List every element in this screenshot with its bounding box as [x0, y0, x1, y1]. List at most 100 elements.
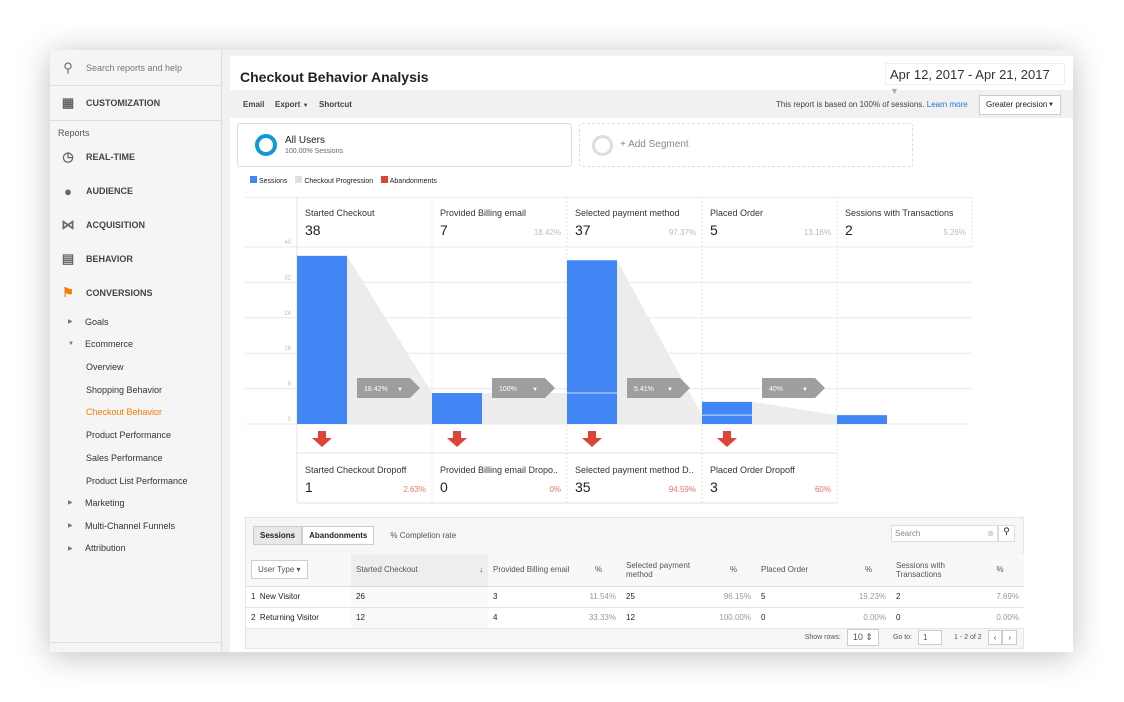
- dimension-dropdown[interactable]: User Type ▾: [251, 560, 308, 580]
- divider: [50, 642, 222, 643]
- progression-rate-label: 100%: [499, 386, 517, 393]
- chevron-down-icon: ▼: [667, 387, 673, 393]
- caret-right-icon: ▶: [68, 500, 73, 506]
- sampling-note: This report is based on 100% of sessions…: [776, 100, 968, 109]
- funnel-dropoff[interactable]: Selected payment method D.. 35 94.59%: [575, 465, 702, 495]
- sidebar-item-product-performance[interactable]: Product Performance: [86, 430, 171, 440]
- col-billing[interactable]: Provided Billing email: [488, 554, 576, 587]
- sidebar-item-behavior[interactable]: ▤ BEHAVIOR: [50, 248, 222, 270]
- progression-rate-label: 5.41%: [634, 386, 654, 393]
- sidebar-item-product-list-performance[interactable]: Product List Performance: [86, 476, 188, 486]
- abandonment-arrow-icon: [717, 431, 737, 447]
- sidebar-item-attribution[interactable]: Attribution: [85, 543, 126, 553]
- sidebar-item-conversions[interactable]: ⚑ CONVERSIONS: [50, 282, 222, 304]
- sidebar: ⚲ Search reports and help ▦ CUSTOMIZATION …: [50, 50, 222, 652]
- table-search-input[interactable]: Search ⊗: [891, 525, 998, 542]
- funnel-dropoff[interactable]: Placed Order Dropoff 3 60%: [710, 465, 837, 495]
- data-table: User Type ▾ Started Checkout ↓ Provided B…: [246, 554, 1024, 629]
- behavior-icon: ▤: [61, 251, 75, 266]
- col-pct[interactable]: %: [576, 554, 621, 587]
- chevron-down-icon: ▼: [532, 387, 538, 393]
- table-row: 1 New Visitor 26 3 11.54% 25 96.15% 5 19.23% 2 7.…: [246, 586, 1024, 608]
- sidebar-item-goals[interactable]: Goals: [85, 317, 109, 327]
- chevron-down-icon: ▼: [302, 103, 309, 109]
- tab-abandonments[interactable]: Abandonments: [302, 526, 375, 545]
- user-type-link[interactable]: Returning Visitor: [260, 613, 319, 622]
- chevron-down-icon: ▼: [397, 387, 403, 393]
- show-rows-select[interactable]: 10 ⇕: [846, 629, 879, 646]
- sort-arrow-icon: ↓: [479, 565, 483, 575]
- abandonment-arrow-icon: [447, 431, 467, 447]
- funnel-step: Provided Billing email 7 18.42%: [440, 208, 561, 238]
- sidebar-item-marketing[interactable]: Marketing: [85, 498, 125, 508]
- segment-ring-icon: [255, 134, 277, 156]
- precision-dropdown[interactable]: Greater precision ▼: [979, 95, 1061, 115]
- clear-icon[interactable]: ⊗: [987, 529, 994, 538]
- completion-rate-link[interactable]: % Completion rate: [374, 526, 472, 545]
- funnel-step: Sessions with Transactions 2 5.26%: [845, 208, 966, 238]
- funnel-dropoff[interactable]: Provided Billing email Dropo.. 0 0%: [440, 465, 567, 495]
- prev-page-button[interactable]: ‹: [987, 630, 1003, 645]
- abandonment-arrow-icon: [582, 431, 602, 447]
- sidebar-item-checkout-behavior[interactable]: Checkout Behavior: [86, 407, 162, 417]
- sidebar-item-ecommerce[interactable]: Ecommerce: [85, 339, 133, 349]
- clock-icon: ◷: [62, 149, 74, 164]
- add-segment-button[interactable]: + Add Segment: [579, 123, 913, 167]
- sort-column-started-checkout[interactable]: Started Checkout ↓: [351, 554, 488, 587]
- user-type-link[interactable]: New Visitor: [260, 592, 300, 601]
- sidebar-customization[interactable]: ▦ CUSTOMIZATION: [50, 86, 222, 121]
- goto-input[interactable]: 1: [918, 630, 943, 645]
- chevron-down-icon: ▼: [1048, 102, 1054, 108]
- sidebar-item-audience[interactable]: ● AUDIENCE: [50, 180, 222, 202]
- flag-icon: ⚑: [62, 285, 74, 300]
- tab-sessions[interactable]: Sessions: [253, 526, 303, 545]
- sidebar-item-realtime[interactable]: ◷ REAL-TIME: [50, 146, 222, 168]
- date-range-picker[interactable]: Apr 12, 2017 - Apr 21, 2017 ▼: [885, 63, 1065, 96]
- col-placed-order[interactable]: Placed Order: [756, 554, 846, 587]
- reports-label: Reports: [58, 128, 90, 138]
- caret-right-icon: ▶: [68, 523, 73, 529]
- next-page-button[interactable]: ›: [1002, 630, 1017, 645]
- legend-abandonments: Abandonments: [381, 176, 437, 185]
- shortcut-button[interactable]: Shortcut: [319, 100, 352, 109]
- y-tick-label: 40: [284, 240, 291, 246]
- bar-0: [297, 255, 347, 424]
- progression-rate-label: 40%: [769, 386, 783, 393]
- sidebar-item-sales-performance[interactable]: Sales Performance: [86, 453, 163, 463]
- sidebar-item-multi-channel-funnels[interactable]: Multi-Channel Funnels: [85, 521, 175, 531]
- col-transactions[interactable]: Sessions with Transactions: [891, 554, 976, 587]
- email-button[interactable]: Email: [243, 100, 264, 109]
- pagination: Show rows: 10 ⇕ Go to: 1 1 - 2 of 2 ‹ ›: [805, 629, 1017, 646]
- sidebar-item-shopping-behavior[interactable]: Shopping Behavior: [86, 385, 162, 395]
- caret-right-icon: ▶: [68, 319, 73, 325]
- progression-area: [617, 260, 702, 424]
- acquisition-icon: ⋈: [61, 217, 75, 232]
- data-table-panel: Sessions Abandonments % Completion rate …: [245, 517, 1024, 649]
- col-payment[interactable]: Selected payment method: [621, 554, 711, 587]
- segment-placeholder-icon: [592, 135, 613, 156]
- progression-area: [347, 255, 432, 424]
- bar-4: [837, 415, 887, 424]
- col-pct[interactable]: %: [711, 554, 756, 587]
- funnel-dropoff[interactable]: Started Checkout Dropoff 1 2.63%: [305, 465, 432, 495]
- sidebar-item-overview[interactable]: Overview: [86, 362, 124, 372]
- funnel-step: Selected payment method 37 97.37%: [575, 208, 696, 238]
- customization-icon: ▦: [61, 95, 75, 110]
- sidebar-item-acquisition[interactable]: ⋈ ACQUISITION: [50, 214, 222, 236]
- bar-1: [432, 393, 482, 424]
- col-pct[interactable]: %: [976, 554, 1024, 587]
- bar-3: [702, 401, 752, 424]
- export-button[interactable]: Export ▼: [275, 100, 309, 109]
- table-tabs: Sessions Abandonments % Completion rate: [253, 526, 472, 545]
- col-pct[interactable]: %: [846, 554, 891, 587]
- sidebar-search[interactable]: ⚲ Search reports and help: [50, 50, 222, 86]
- y-tick-label: 8: [288, 382, 292, 388]
- table-row: 2 Returning Visitor 12 4 33.33% 12 100.00% 0 0.…: [246, 607, 1024, 629]
- abandonment-arrow-icon: [312, 431, 332, 447]
- learn-more-link[interactable]: Learn more: [927, 100, 968, 109]
- bar-2: [567, 260, 617, 424]
- segment-all-users[interactable]: All Users 100.00% Sessions: [237, 123, 572, 167]
- funnel-step: Started Checkout 38: [305, 208, 375, 238]
- search-icon[interactable]: ⚲: [998, 525, 1015, 542]
- y-tick-label: 24: [284, 311, 291, 317]
